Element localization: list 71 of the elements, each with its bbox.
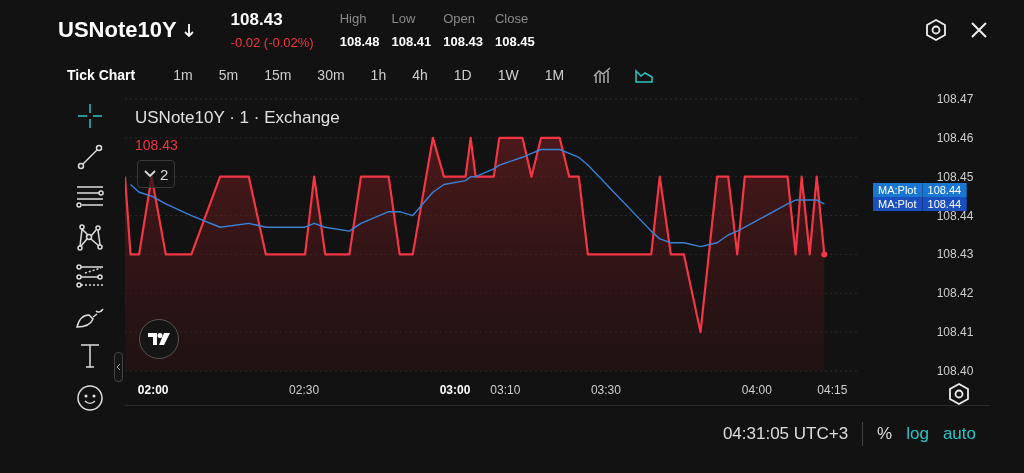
interval-tab[interactable]: Tick Chart [58,63,145,87]
last-price-dot [821,251,828,258]
time-axis-label: 04:15 [817,383,848,397]
stat-label: Open [443,11,477,26]
stat-value: 108.48 [339,34,380,49]
drawing-tool-button[interactable] [73,264,106,290]
time-axis-label: 02:30 [289,383,320,397]
interval-tab[interactable]: 1D [444,63,481,87]
time-axis-label: 04:00 [741,383,772,397]
indicator-tag-label: MA:Plot [873,197,923,211]
settings-icon [924,18,948,42]
trend-line-icon [75,143,104,171]
bar-chart-icon [593,66,612,84]
chevron-left-icon [116,363,121,371]
price-axis-label: 108.40 [936,364,974,378]
area-chart-icon [635,66,654,84]
price-axis-label: 108.41 [936,325,974,340]
settings-icon [947,382,971,406]
price-axis-label: 108.43 [936,247,974,262]
crosshair-icon [75,102,104,130]
stat-label: Close [495,11,530,26]
close-button[interactable] [970,21,988,39]
interval-tab[interactable]: 30m [308,63,354,87]
indicator-tag-value: 108.44 [922,183,968,197]
axis-settings-button[interactable] [947,382,971,406]
collapse-toolbar-button[interactable] [114,352,123,382]
stat-label: High [339,11,368,26]
chart-legend: USNote10Y · 1 · Exchange [135,108,340,128]
interval-tab[interactable]: 5m [209,63,248,87]
time-axis-label: 03:30 [590,383,621,397]
symbol-name[interactable]: USNote10Y [58,17,177,43]
chevron-down-icon [144,170,156,178]
stat-value: 108.43 [443,34,483,49]
price-axis-label: 108.42 [936,286,974,301]
scale-option[interactable]: auto [942,424,976,444]
indicator-tag-label: MA:Plot [873,183,923,197]
stat-label: Low [391,11,417,26]
smiley-icon [74,383,105,413]
price-axis-label: 108.44 [936,208,974,223]
clock-time: 04:31:05 UTC+3 [722,424,849,444]
interval-tab[interactable]: 1m [164,63,202,87]
time-axis-label: 03:10 [490,383,521,397]
last-price: 108.43 [230,10,284,30]
time-axis-label: 03:00 [439,383,471,397]
forecast-lines-icon [74,264,105,290]
scale-option[interactable]: log [906,424,929,444]
close-icon [970,21,988,39]
interval-tab[interactable]: 4h [403,63,437,87]
interval-tab[interactable]: 1W [488,63,528,87]
price-axis-label: 108.47 [936,92,974,106]
time-axis-label: 02:00 [137,383,169,397]
drawing-tool-button[interactable] [73,184,106,210]
interval-tab[interactable]: 15m [255,63,301,87]
legend-price: 108.43 [135,137,178,153]
price-axis-label: 108.46 [936,130,974,145]
settings-button[interactable] [924,18,948,42]
pattern-icon [75,223,104,251]
chart-type-button[interactable] [635,66,654,84]
interval-tab[interactable]: 1h [361,63,396,87]
down-arrow-icon [182,23,195,37]
horizontal-lines-icon [74,184,105,210]
stat-value: 108.45 [495,34,535,49]
logo-icon [148,333,170,345]
price-change: -0.02 (-0.02%) [230,35,314,50]
chart-type-button[interactable] [593,66,612,84]
indicator-tag-value: 108.44 [922,197,968,211]
interval-tab[interactable]: 1M [535,63,574,87]
indicators-toggle[interactable]: 2 [137,160,176,188]
scale-option[interactable]: % [877,424,893,444]
stat-value: 108.41 [391,34,432,49]
price-axis-label: 108.45 [936,169,974,184]
